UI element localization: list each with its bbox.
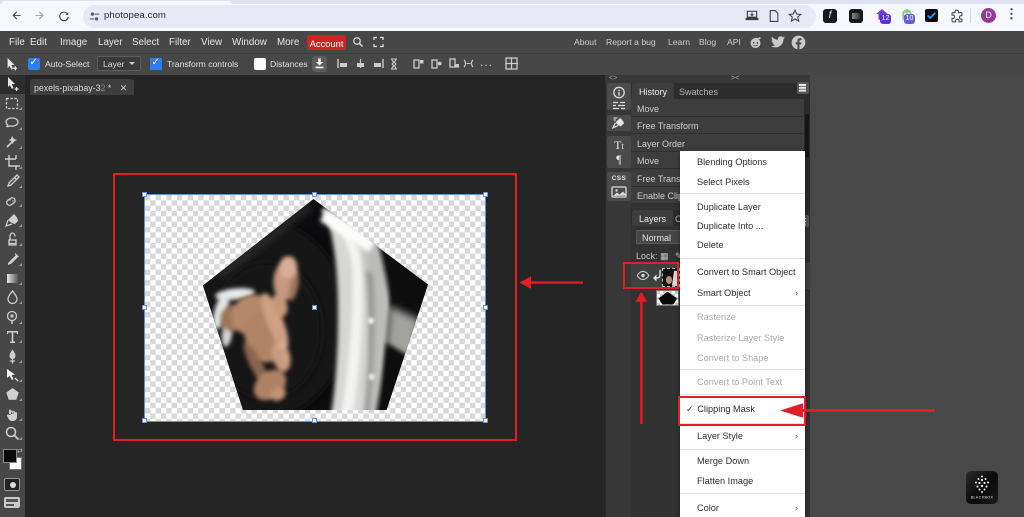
svg-text:BLACKBOX: BLACKBOX [971, 496, 994, 500]
